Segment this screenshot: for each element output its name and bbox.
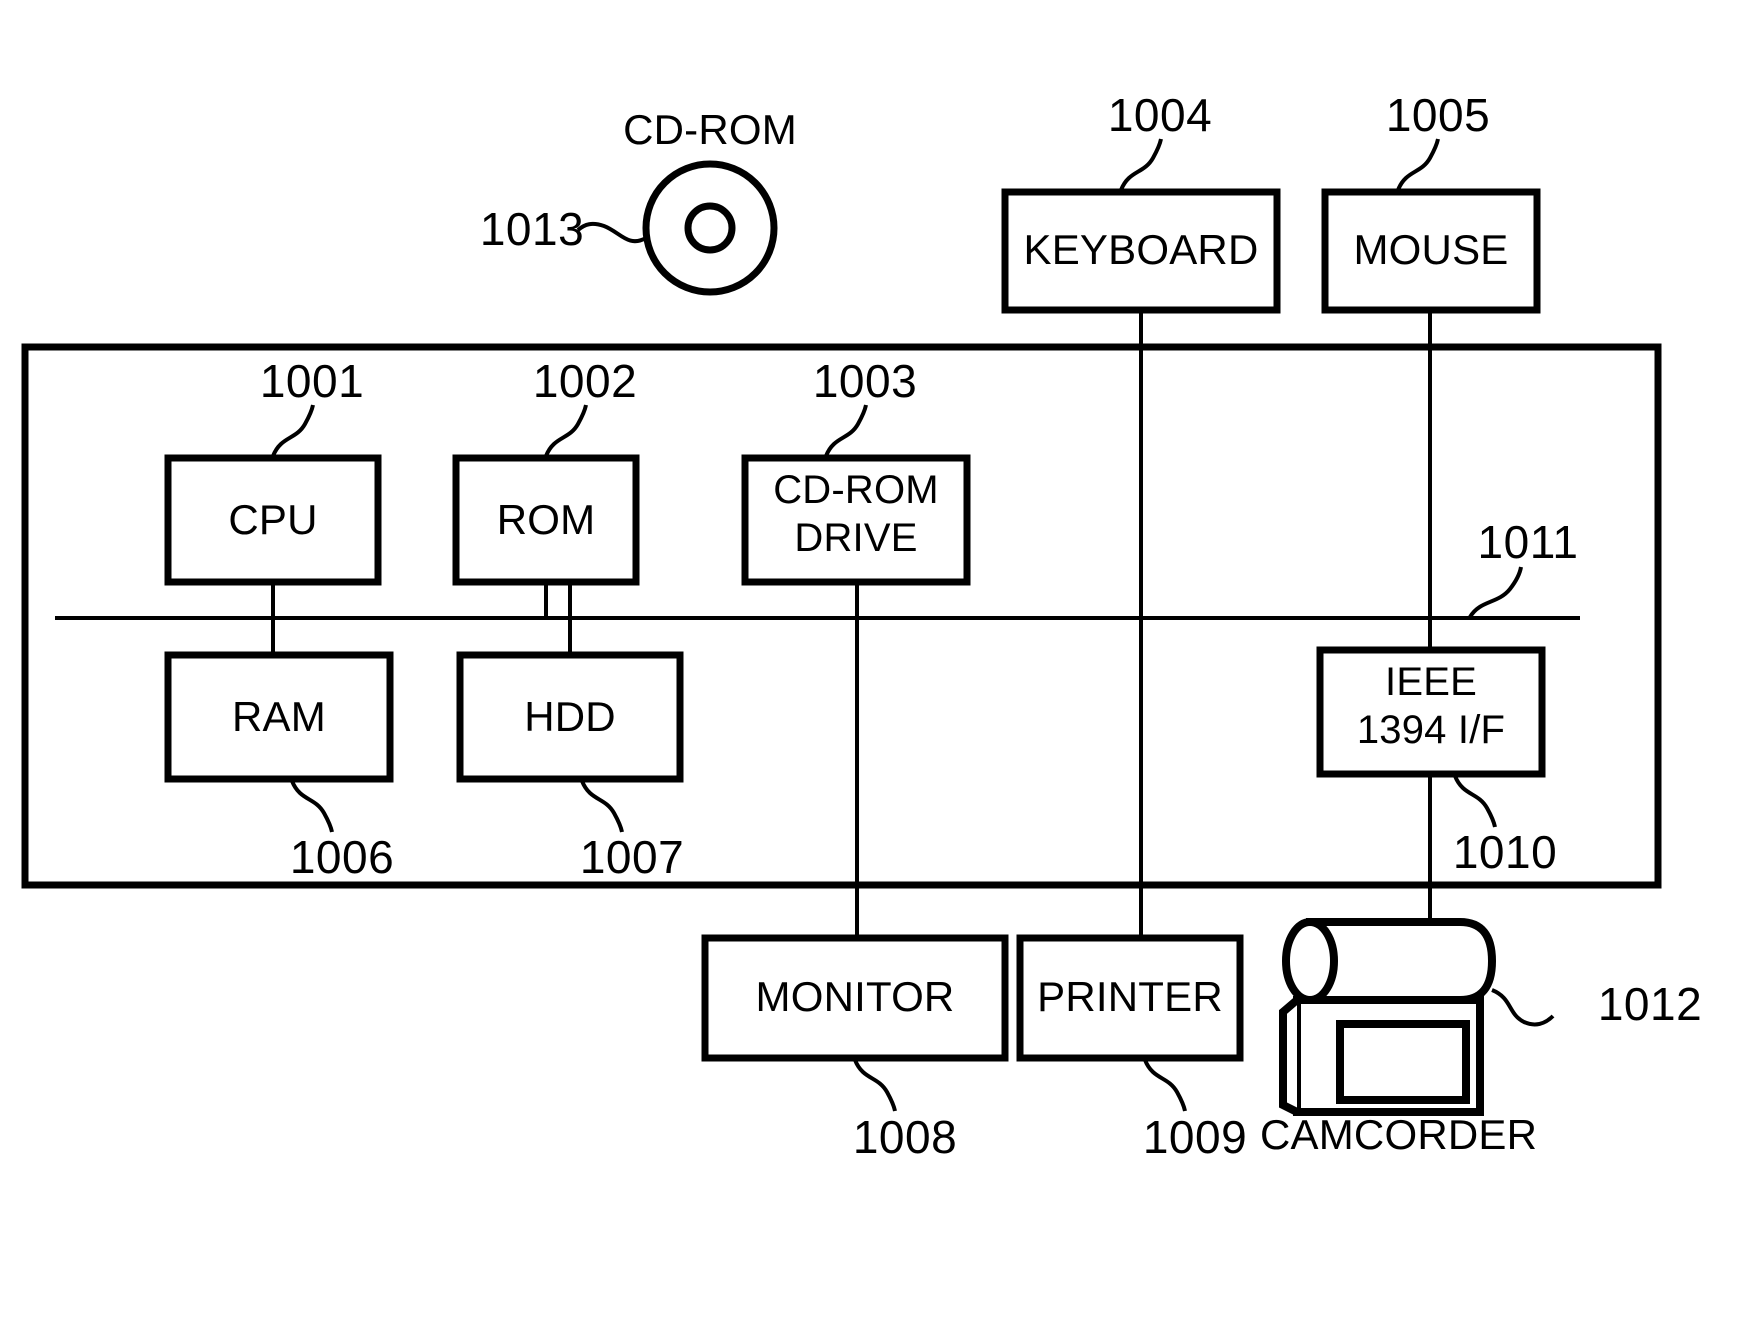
ref-number-1001: 1001 [259,355,365,407]
cd-rom-disc-caption: CD-ROM [623,106,797,153]
leader-1012 [1491,988,1555,1027]
leader-1008 [853,1059,897,1112]
ref-number-1003: 1003 [812,355,918,407]
ref-number-1009: 1009 [1142,1111,1248,1163]
ieee1394-block-label-line1: IEEE [1385,660,1477,704]
printer-block-label: PRINTER [1037,973,1223,1020]
cdrom-drive-block-label-line1: CD-ROM [773,468,939,512]
ref-number-1013: 1013 [479,203,585,255]
ref-number-1010: 1010 [1452,826,1558,878]
ref-number-1007: 1007 [579,831,685,883]
monitor-block-label: MONITOR [755,973,955,1020]
camcorder-lens [1282,918,1338,1004]
cpu-block-label: CPU [228,496,318,543]
ref-number-1005: 1005 [1385,89,1491,141]
cdrom-drive-block-label-line2: DRIVE [794,516,918,560]
camcorder-screen [1336,1020,1470,1104]
leader-1005 [1396,138,1440,191]
ref-number-1002: 1002 [532,355,638,407]
ref-number-1011: 1011 [1477,516,1579,568]
ref-number-1004: 1004 [1107,89,1213,141]
mouse-block-label: MOUSE [1353,226,1509,273]
ram-block-label: RAM [232,693,326,740]
cd-rom-disc-hole [684,202,736,254]
camcorder-body-bevel [1279,996,1300,1116]
keyboard-block-label: KEYBOARD [1023,226,1259,273]
leader-1009 [1143,1059,1187,1112]
leader-1004 [1119,138,1163,191]
ref-number-1006: 1006 [289,831,395,883]
ieee1394-block-label-line2: 1394 I/F [1356,708,1506,752]
camcorder-caption: CAMCORDER [1260,1111,1538,1158]
camcorder-illustration [1279,918,1497,1116]
ref-number-1012: 1012 [1597,978,1703,1030]
hdd-block-label: HDD [524,693,616,740]
ref-number-1008: 1008 [852,1111,958,1163]
figure-canvas: 1001 1002 1003 1004 1005 1006 1007 1008 … [0,0,1763,1339]
rom-block-label: ROM [496,496,596,543]
